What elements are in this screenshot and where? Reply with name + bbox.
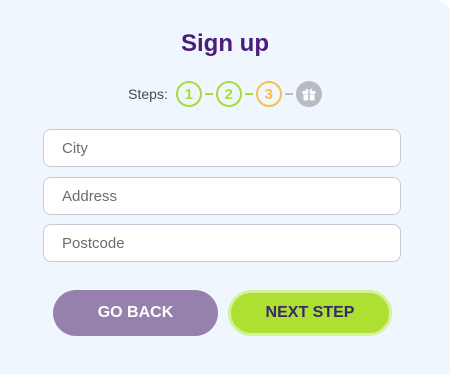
gift-icon: [295, 81, 322, 107]
go-back-button[interactable]: GO BACK: [53, 290, 218, 336]
step-2: 2: [215, 81, 242, 107]
postcode-input[interactable]: [43, 224, 401, 262]
page-title: Sign up: [181, 30, 269, 57]
step-1: 1: [175, 81, 202, 107]
step-3: 3: [255, 81, 282, 107]
gift-icon-graphic: [302, 88, 316, 101]
next-step-button[interactable]: NEXT STEP: [228, 290, 392, 336]
step-connector: [244, 93, 253, 95]
step-connector: [284, 93, 293, 95]
step-connector: [204, 93, 213, 95]
step-indicator: Steps: 1 2 3: [0, 78, 450, 110]
city-input[interactable]: [43, 129, 401, 167]
signup-card: Sign up Steps: 1 2 3 GO BACK NEXT STEP: [0, 0, 450, 374]
address-input[interactable]: [43, 177, 401, 215]
steps-label: Steps:: [128, 86, 168, 102]
